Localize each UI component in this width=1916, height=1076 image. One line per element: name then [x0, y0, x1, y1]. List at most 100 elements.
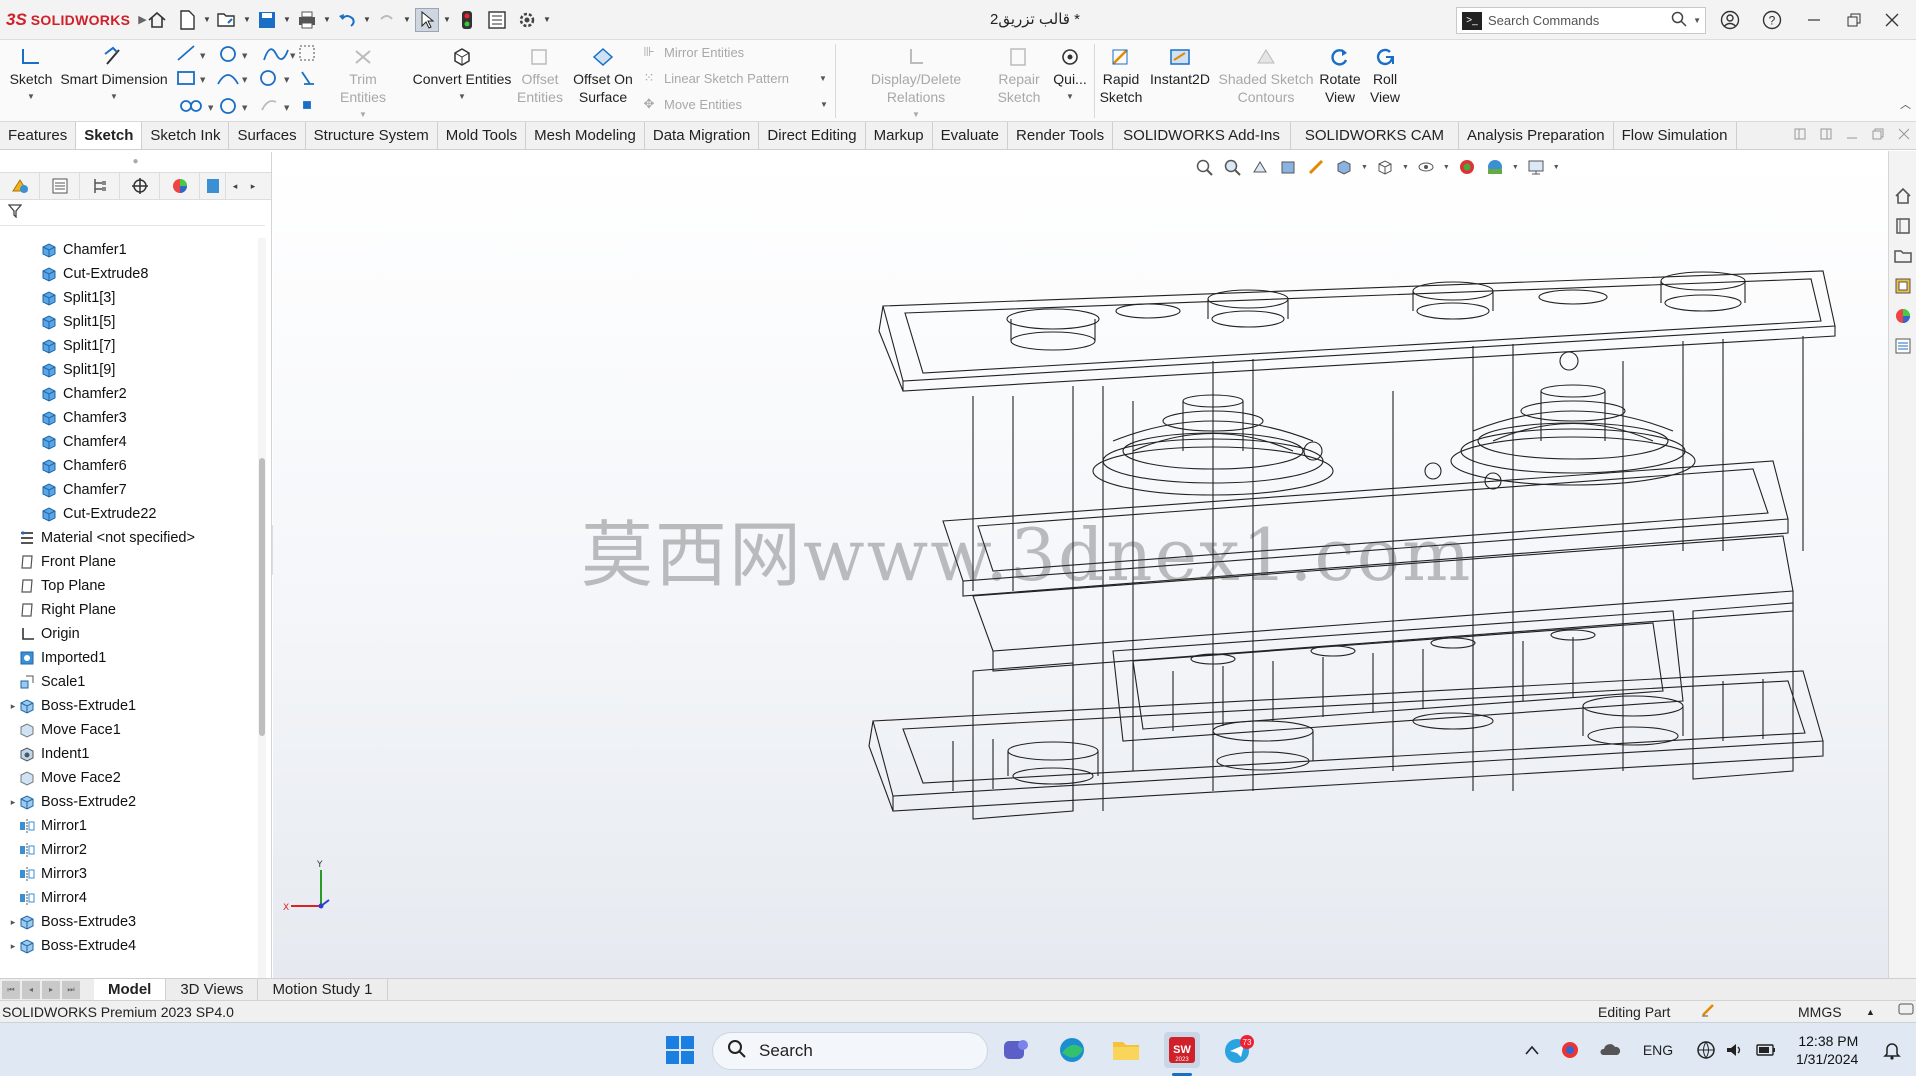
- status-message-icon[interactable]: [1898, 1003, 1914, 1020]
- tree-item[interactable]: Indent1: [0, 742, 258, 766]
- edit-appearance-icon[interactable]: [1456, 156, 1478, 178]
- zoom-to-area-icon[interactable]: [1221, 156, 1243, 178]
- mirror-entities-button[interactable]: ⊪ Mirror Entities: [640, 44, 744, 60]
- previous-view-icon[interactable]: [1249, 156, 1271, 178]
- volume-icon[interactable]: [1716, 1032, 1752, 1068]
- chevron-down-icon[interactable]: ▼: [410, 88, 514, 106]
- tab-model[interactable]: Model: [94, 978, 167, 1001]
- dimxpert-manager-tab-icon[interactable]: [120, 172, 160, 200]
- tree-item[interactable]: ▸ Boss-Extrude2: [0, 790, 258, 814]
- tab-markup[interactable]: Markup: [866, 122, 933, 149]
- tab-mesh-modeling[interactable]: Mesh Modeling: [526, 122, 645, 149]
- custom-properties-icon[interactable]: [1890, 333, 1916, 359]
- configuration-manager-tab-icon[interactable]: [80, 172, 120, 200]
- expand-arrow-icon[interactable]: ▸: [8, 917, 18, 928]
- search-icon[interactable]: [1671, 11, 1687, 30]
- units-chevron-up-icon[interactable]: ▲: [1866, 1007, 1875, 1017]
- first-tab-icon[interactable]: ⏮: [2, 980, 20, 999]
- minimize-icon[interactable]: [1802, 8, 1826, 32]
- rapid-sketch-button[interactable]: Rapid Sketch: [1098, 44, 1144, 106]
- chevron-down-icon[interactable]: ▼: [402, 15, 412, 24]
- solidworks-logo[interactable]: 3S SOLIDWORKS ▶: [0, 10, 147, 30]
- taskbar-clock[interactable]: 12:38 PM 1/31/2024: [1796, 1032, 1858, 1068]
- sketch-button[interactable]: Sketch ▼: [8, 44, 54, 106]
- chevron-down-icon[interactable]: ▼: [1402, 164, 1409, 171]
- help-icon[interactable]: ?: [1760, 8, 1784, 32]
- tree-item[interactable]: Split1[7]: [0, 334, 258, 358]
- tree-item[interactable]: Front Plane: [0, 550, 258, 574]
- move-entities-button[interactable]: ✥ Move Entities ▼: [640, 96, 828, 112]
- taskbar-search-box[interactable]: Search: [712, 1032, 988, 1070]
- chevron-down-icon[interactable]: ▼: [282, 15, 292, 24]
- tree-item[interactable]: ▸ Boss-Extrude3: [0, 910, 258, 934]
- chevron-down-icon[interactable]: ▼: [1512, 164, 1519, 171]
- tree-item[interactable]: Scale1: [0, 670, 258, 694]
- tree-item[interactable]: Move Face1: [0, 718, 258, 742]
- chevron-down-icon[interactable]: ▼: [820, 100, 828, 109]
- cam-manager-tab-icon[interactable]: [200, 172, 226, 200]
- appearances-scenes-icon[interactable]: [1890, 303, 1916, 329]
- expand-arrow-icon[interactable]: ▸: [8, 797, 18, 808]
- instant2d-button[interactable]: Instant2D: [1148, 44, 1212, 88]
- undo-icon[interactable]: [335, 8, 359, 32]
- tree-item[interactable]: Cut-Extrude22: [0, 502, 258, 526]
- close-icon[interactable]: [1880, 8, 1904, 32]
- chevron-down-icon[interactable]: ▼: [1050, 88, 1090, 106]
- tree-item[interactable]: Chamfer7: [0, 478, 258, 502]
- windows-start-icon[interactable]: [662, 1032, 698, 1068]
- redo-icon[interactable]: [375, 8, 399, 32]
- zoom-to-fit-icon[interactable]: [1193, 156, 1215, 178]
- input-language[interactable]: ENG: [1640, 1032, 1676, 1068]
- tab-sketch-ink[interactable]: Sketch Ink: [142, 122, 230, 149]
- tree-filter[interactable]: [0, 200, 265, 226]
- tile-right-icon[interactable]: [1820, 127, 1832, 143]
- solidworks-taskbar-icon[interactable]: SW 2023: [1164, 1032, 1200, 1068]
- chevron-down-icon[interactable]: ▼: [60, 88, 168, 106]
- tabs-scroll-right-icon[interactable]: ▸: [244, 181, 262, 192]
- display-style-icon[interactable]: [1374, 156, 1396, 178]
- tab-analysis-preparation[interactable]: Analysis Preparation: [1459, 122, 1614, 149]
- repair-sketch-button[interactable]: Repair Sketch: [996, 44, 1042, 106]
- linear-sketch-pattern-button[interactable]: ⁙ Linear Sketch Pattern ▼: [640, 70, 827, 86]
- apply-scene-icon[interactable]: [1484, 156, 1506, 178]
- display-manager-tab-icon[interactable]: [160, 172, 200, 200]
- edge-browser-icon[interactable]: [1054, 1032, 1090, 1068]
- tray-app-icon[interactable]: [1552, 1032, 1588, 1068]
- unit-system[interactable]: MMGS: [1798, 1004, 1842, 1020]
- tab-render-tools[interactable]: Render Tools: [1008, 122, 1114, 149]
- tab-flow-simulation[interactable]: Flow Simulation: [1614, 122, 1737, 149]
- battery-icon[interactable]: [1748, 1032, 1784, 1068]
- design-library-icon[interactable]: [1890, 213, 1916, 239]
- tab-surfaces[interactable]: Surfaces: [229, 122, 306, 149]
- offset-on-surface-button[interactable]: Offset On Surface: [568, 44, 638, 106]
- tab-mold-tools[interactable]: Mold Tools: [438, 122, 527, 149]
- user-account-icon[interactable]: [1718, 8, 1742, 32]
- tree-item[interactable]: Split1[9]: [0, 358, 258, 382]
- home-icon[interactable]: [145, 8, 169, 32]
- tree-item[interactable]: Top Plane: [0, 574, 258, 598]
- chevron-down-icon[interactable]: ▼: [1693, 16, 1701, 25]
- shaded-sketch-contours-button[interactable]: Shaded Sketch Contours: [1218, 44, 1314, 106]
- tree-item[interactable]: Mirror1: [0, 814, 258, 838]
- rebuild-icon[interactable]: [455, 8, 479, 32]
- file-explorer-icon[interactable]: [1108, 1032, 1144, 1068]
- chevron-down-icon[interactable]: ▼: [819, 74, 827, 83]
- tree-item[interactable]: ▸ Boss-Extrude4: [0, 934, 258, 958]
- quick-snaps-button[interactable]: Qui... ▼: [1050, 44, 1090, 106]
- rebuild-status-icon[interactable]: [1700, 1002, 1716, 1021]
- dynamic-annotation-icon[interactable]: [1305, 156, 1327, 178]
- tree-item[interactable]: Chamfer6: [0, 454, 258, 478]
- view-palette-icon[interactable]: [1890, 273, 1916, 299]
- select-cursor-icon[interactable]: [415, 7, 439, 32]
- hide-show-items-icon[interactable]: [1415, 156, 1437, 178]
- chevron-down-icon[interactable]: ▼: [542, 15, 552, 24]
- chevron-down-icon[interactable]: ▼: [1361, 164, 1368, 171]
- convert-entities-button[interactable]: Convert Entities ▼: [410, 44, 514, 106]
- tree-item[interactable]: ▸ Boss-Extrude1: [0, 694, 258, 718]
- trim-entities-button[interactable]: Trim Entities ▼: [326, 44, 400, 124]
- feature-tree-scrollbar[interactable]: [258, 238, 266, 978]
- collapse-ribbon-icon[interactable]: ︿: [1900, 96, 1911, 112]
- tab-solidworks-cam[interactable]: SOLIDWORKS CAM: [1291, 122, 1460, 149]
- rotate-view-button[interactable]: Rotate View: [1318, 44, 1362, 106]
- file-properties-icon[interactable]: [485, 8, 509, 32]
